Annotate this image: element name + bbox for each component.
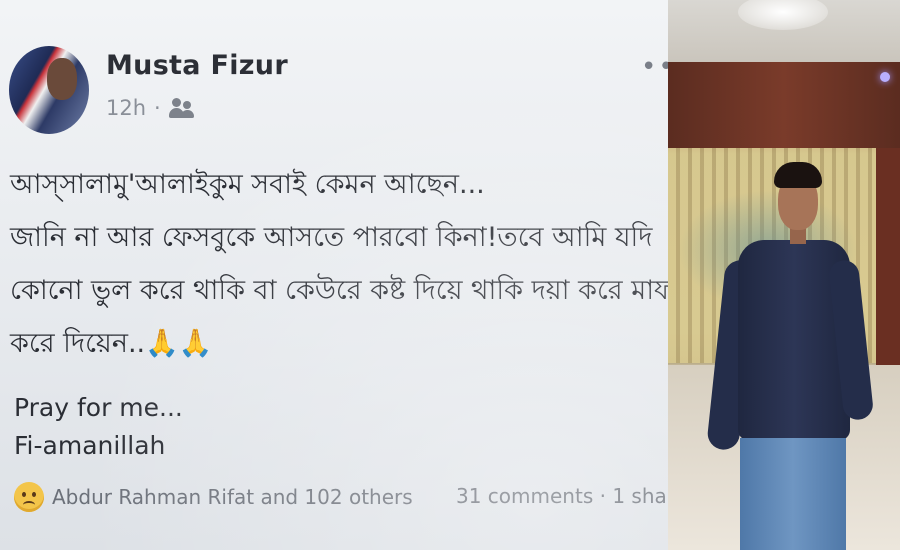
post-line-1: আস্সালামু'আলাইকুম সবাই কেমন আছেন...	[10, 169, 485, 200]
post-line-4: করে দিয়েন..🙏🙏	[10, 328, 213, 359]
more-options-icon[interactable]: ••	[641, 52, 668, 82]
post-timestamp[interactable]: 12h	[106, 96, 146, 120]
person-photo	[668, 0, 900, 550]
stats-separator: ·	[593, 484, 613, 508]
avatar-face	[47, 58, 77, 100]
reactions-summary[interactable]: Abdur Rahman Rifat and 102 others	[14, 482, 413, 512]
friends-icon[interactable]	[168, 97, 195, 119]
pillar	[876, 148, 900, 368]
farewell-line: Fi-amanillah	[14, 431, 166, 460]
shares-count[interactable]: 1 share	[612, 484, 668, 508]
post-meta: 12h ·	[106, 96, 195, 120]
avatar[interactable]	[9, 46, 89, 134]
post-stats: 31 comments · 1 share	[456, 484, 668, 508]
meta-separator: ·	[154, 96, 161, 120]
reactions-text: Abdur Rahman Rifat and 102 others	[52, 485, 413, 509]
post-author-name[interactable]: Musta Fizur	[106, 50, 288, 81]
pray-line: Pray for me...	[14, 393, 183, 422]
sad-reaction-icon	[14, 482, 44, 512]
post-closing: Pray for me... Fi-amanillah	[14, 389, 183, 465]
comments-count[interactable]: 31 comments	[456, 484, 593, 508]
facebook-post-screenshot: Musta Fizur 12h · •• আস্সালামু'আলাইকুম স…	[0, 0, 668, 550]
post-body: আস্সালামু'আলাইকুম সবাই কেমন আছেন... জানি…	[10, 158, 668, 370]
young-man-figure	[706, 160, 875, 550]
ceiling-light	[738, 0, 828, 30]
post-line-2: জানি না আর ফেসবুকে আসতে পারবো কিনা!তবে আ…	[10, 222, 653, 253]
wall-lamp	[880, 72, 890, 82]
post-line-3: কোনো ভুল করে থাকি বা কেউরে কষ্ট দিয়ে থা…	[10, 275, 668, 306]
wall-panel	[668, 62, 900, 148]
